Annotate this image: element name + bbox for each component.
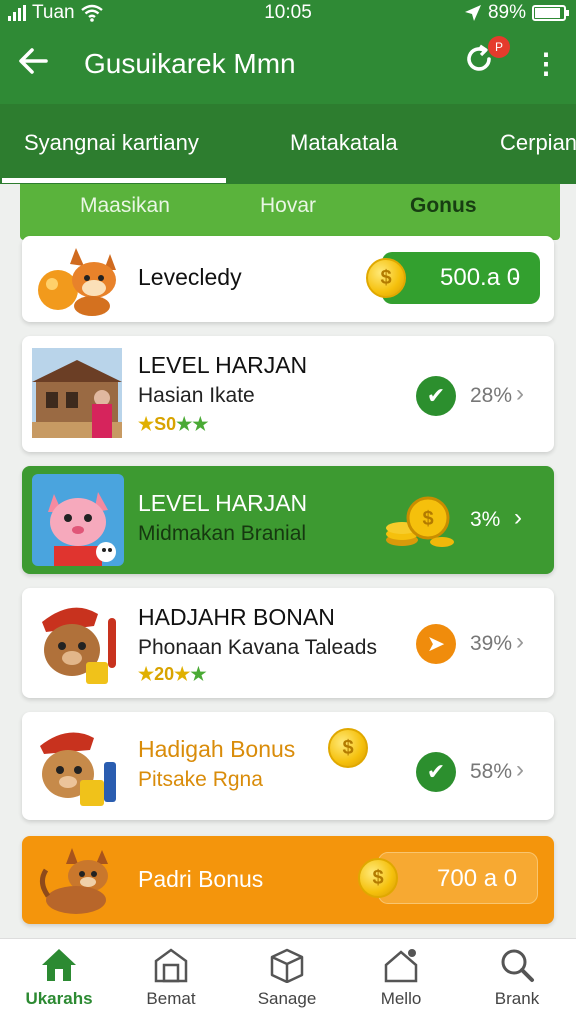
- bear-mascot-icon: [42, 607, 116, 684]
- svg-text:$: $: [422, 508, 433, 530]
- reward-card-padri-bonus[interactable]: Padri Bonus 700 a 0 $: [22, 836, 554, 924]
- card-title: LEVEL HARJAN: [138, 490, 308, 516]
- bottom-navigation: Ukarahs Bemat Sanage Mello Brank: [0, 938, 576, 1024]
- battery-level: [535, 8, 560, 18]
- house-notification-icon: [384, 949, 418, 983]
- card-subtitle: Phonaan Kavana Taleads: [138, 636, 377, 659]
- nav-item-mello[interactable]: Mello: [346, 947, 456, 1009]
- bear-gift-mascot-icon: [40, 732, 116, 806]
- chevron-right-icon: ›: [516, 380, 524, 407]
- progress-percent: 3%: [470, 508, 501, 531]
- reward-card-level-harjan-green[interactable]: LEVEL HARJAN Midmakan Branial $ 3% ›: [22, 466, 554, 574]
- notification-badge[interactable]: P: [488, 36, 510, 58]
- battery-percent: 89%: [487, 2, 526, 23]
- check-circle-icon: ✔: [416, 752, 456, 792]
- active-tab-indicator: [2, 178, 226, 183]
- subtab-gonus[interactable]: Gonus: [410, 194, 477, 218]
- progress-percent: 58%: [470, 760, 513, 783]
- nav-item-sanage[interactable]: Sanage: [232, 947, 342, 1009]
- fox-mascot-icon: [38, 248, 116, 316]
- pill-arrow: -: [512, 264, 520, 291]
- subtab-maasikan[interactable]: Maasikan: [80, 194, 170, 218]
- home-icon: [42, 949, 76, 981]
- reward-card-level-harjan[interactable]: LEVEL HARJAN Hasian Ikate ★S0★★ ✔ 28% ›: [22, 336, 554, 452]
- rating: ★20★★: [138, 664, 207, 684]
- reward-card-hadigah-bonus[interactable]: Hadigah Bonus $ Pitsake Rgna ✔ 58% ›: [22, 712, 554, 820]
- reward-amount: 500.a 0: [440, 264, 521, 291]
- nav-label: Sanage: [257, 989, 317, 1008]
- coin-stack-icon: $: [386, 496, 454, 547]
- chevron-right-icon: ›: [514, 504, 522, 531]
- chevron-right-icon: ›: [516, 628, 524, 655]
- nav-label: Brank: [494, 989, 540, 1008]
- nav-item-brank[interactable]: Brank: [462, 947, 572, 1009]
- nav-label: Ukarahs: [25, 989, 93, 1008]
- check-circle-icon: ✔: [416, 376, 456, 416]
- subtab-hovar[interactable]: Hovar: [260, 194, 316, 218]
- app-bar: Gusuikarek Mmn P ⋮: [0, 26, 576, 104]
- reward-card-hadjahr-bonan[interactable]: HADJAHR BONAN Phonaan Kavana Taleads ★20…: [22, 588, 554, 698]
- progress-percent: 28%: [470, 384, 513, 407]
- card-subtitle: Hasian Ikate: [138, 384, 255, 407]
- tab-matakatala[interactable]: Matakatala: [290, 130, 398, 156]
- card-title: Hadigah Bonus: [138, 736, 296, 762]
- chevron-right-icon: ›: [516, 756, 524, 783]
- card-subtitle: Midmakan Branial: [138, 522, 307, 545]
- shop-icon: [154, 948, 188, 983]
- coin-icon: $: [366, 258, 406, 298]
- rating: ★S0★★: [138, 414, 209, 434]
- reward-amount-pill[interactable]: 700 a 0: [378, 852, 538, 904]
- more-vertical-icon[interactable]: ⋮: [532, 44, 560, 84]
- tab-cerpian[interactable]: Cerpian: [500, 130, 576, 156]
- coin-icon: $: [358, 858, 398, 898]
- cat-mascot-icon: [40, 848, 108, 914]
- nav-label: Mello: [380, 989, 422, 1008]
- nav-item-bemat[interactable]: Bemat: [116, 947, 226, 1009]
- card-title: Padri Bonus: [138, 866, 264, 892]
- reward-card-levecledy[interactable]: Levecledy 500.a 0 - $: [22, 236, 554, 322]
- card-subtitle: Pitsake Rgna: [138, 768, 263, 791]
- status-bar: Tuan 10:05 89%: [0, 0, 576, 26]
- location-arrow-icon: [464, 5, 481, 21]
- battery-icon: [532, 5, 569, 21]
- tab-syangnai-kartiany[interactable]: Syangnai kartiany: [24, 130, 199, 156]
- sub-tabs: Maasikan Hovar Gonus: [20, 184, 560, 240]
- pink-cat-mascot-icon: [32, 474, 124, 566]
- reward-amount: 700 a 0: [437, 865, 518, 892]
- card-title: HADJAHR BONAN: [138, 604, 335, 630]
- nav-label: Bemat: [146, 989, 196, 1008]
- page-title: Gusuikarek Mmn: [84, 48, 296, 79]
- house-photo-icon: [32, 348, 122, 438]
- coin-icon: $: [328, 728, 368, 768]
- box-icon: [270, 948, 304, 983]
- orange-arrow-circle-icon: ➤: [416, 624, 456, 664]
- arrow-left-icon[interactable]: [16, 44, 52, 84]
- card-title: Levecledy: [138, 264, 242, 290]
- nav-item-ukarahs[interactable]: Ukarahs: [4, 947, 114, 1009]
- card-title: LEVEL HARJAN: [138, 352, 308, 378]
- search-icon: [501, 949, 534, 982]
- status-right: 89%: [464, 2, 569, 24]
- progress-percent: 39%: [470, 632, 513, 655]
- top-tabs: Syangnai kartiany Matakatala Cerpian: [0, 104, 576, 184]
